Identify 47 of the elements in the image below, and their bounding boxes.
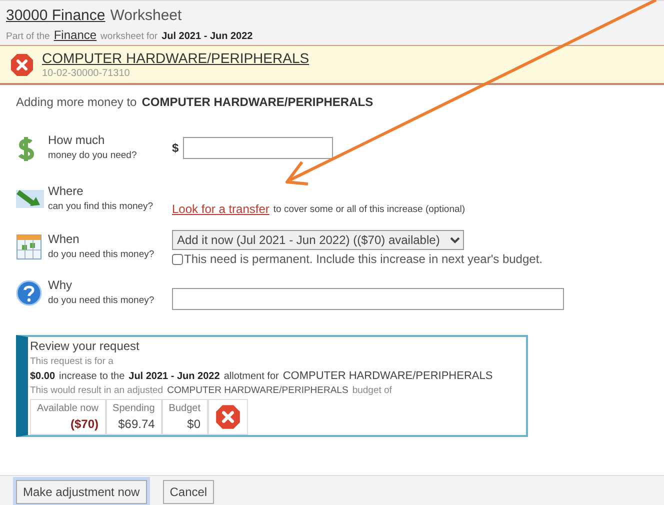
question-title: Why xyxy=(48,278,73,292)
figure-value: $69.74 xyxy=(118,417,155,431)
account-link[interactable]: COMPUTER HARDWARE/PERIPHERALS xyxy=(42,50,310,66)
subtitle-text: worksheet for xyxy=(100,31,158,42)
help-icon xyxy=(16,280,42,306)
figure-value: $0 xyxy=(187,417,200,431)
transfer-link[interactable]: Look for a transfer xyxy=(172,202,270,216)
question-subtitle: do you need this money? xyxy=(48,295,156,306)
review-title: Review your request xyxy=(30,339,140,353)
review-amount: $0.00 xyxy=(30,370,56,382)
question-title: Where xyxy=(48,184,84,198)
permanent-label: This need is permanent. Include this increase in next year's budget. xyxy=(184,252,542,266)
finance-link[interactable]: Finance xyxy=(54,28,97,42)
question-subtitle: money do you need? xyxy=(48,150,138,161)
intro-text: Adding more money to xyxy=(16,95,137,109)
worksheet-title: Worksheet xyxy=(110,7,182,24)
review-text: allotment for xyxy=(224,370,279,382)
review-account: COMPUTER HARDWARE/PERIPHERALS xyxy=(282,370,493,382)
review-account: COMPUTER HARDWARE/PERIPHERALS xyxy=(167,385,348,396)
dollar-icon xyxy=(16,135,36,163)
question-subtitle: do you need this money? xyxy=(48,249,156,260)
calendar-icon xyxy=(16,234,42,260)
figure-value: ($70) xyxy=(70,417,99,431)
cancel-button[interactable]: Cancel xyxy=(162,480,214,504)
amount-field[interactable] xyxy=(182,137,333,159)
review-period: Jul 2021 - Jun 2022 xyxy=(128,370,220,382)
question-title: When xyxy=(48,232,80,246)
period-select[interactable]: Add it now (Jul 2021 - Jun 2022) (($70) available) xyxy=(172,230,464,250)
worksheet-link[interactable]: 30000 Finance xyxy=(6,7,106,24)
currency-sign: $ xyxy=(172,141,179,155)
review-text: budget of xyxy=(352,385,392,396)
subtitle-text: Part of the xyxy=(6,31,50,42)
figure-label: Available now xyxy=(37,403,99,414)
reason-field[interactable] xyxy=(172,288,564,310)
figure-label: Spending xyxy=(112,403,155,414)
review-text: This request is for a xyxy=(30,356,114,367)
transfer-hint: to cover some or all of this increase (optional) xyxy=(273,204,466,214)
permanent-checkbox[interactable] xyxy=(172,254,183,264)
account-code: 10-02-30000-71310 xyxy=(42,68,131,79)
figure-label: Budget xyxy=(168,403,200,414)
review-text: increase to the xyxy=(59,370,125,382)
period-text: Jul 2021 - Jun 2022 xyxy=(162,31,253,42)
submit-button[interactable]: Make adjustment now xyxy=(16,480,147,504)
intro-account: COMPUTER HARDWARE/PERIPHERALS xyxy=(142,95,374,109)
review-text: This would result in an adjusted xyxy=(30,385,164,396)
question-title: How much xyxy=(48,133,106,147)
question-subtitle: can you find this money? xyxy=(48,201,154,212)
